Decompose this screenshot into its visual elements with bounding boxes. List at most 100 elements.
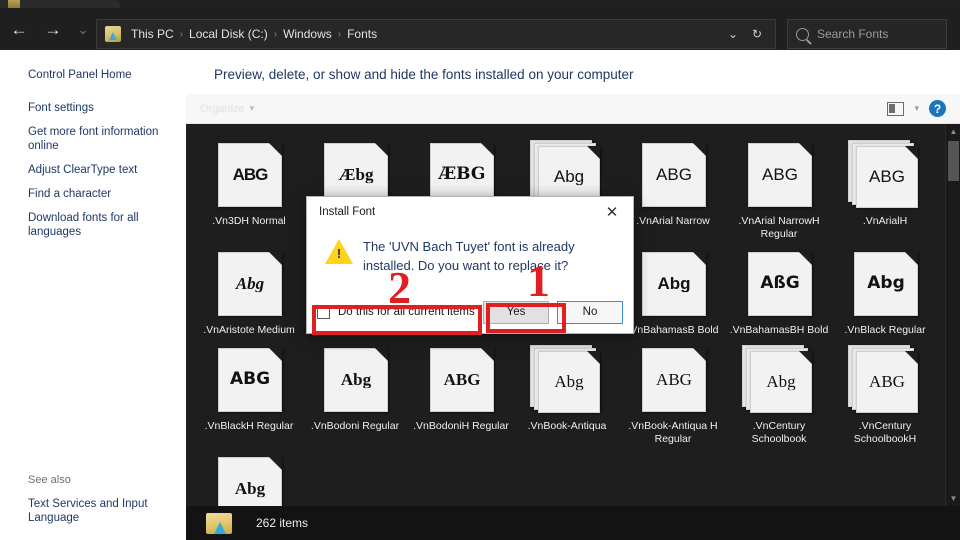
breadcrumb-item-fonts[interactable]: Fonts (342, 24, 382, 44)
font-file-icon: ABG (848, 140, 922, 208)
font-file-icon: ABG (742, 140, 816, 208)
view-icon[interactable] (887, 101, 905, 116)
font-sample-text: Abg (657, 275, 691, 293)
breadcrumb[interactable]: This PC › Local Disk (C:) › Windows › Fo… (96, 19, 776, 49)
close-icon[interactable]: ✕ (595, 198, 629, 226)
page-fold-corner (481, 348, 494, 361)
page-fold-corner (905, 351, 918, 364)
sidebar-item-find-a-character[interactable]: Find a character (0, 182, 186, 206)
page-sheet: ABG (642, 348, 706, 412)
page-fold-corner (269, 252, 282, 265)
font-tile[interactable]: AßG .VnBahamasBH Bold (726, 241, 832, 337)
font-file-icon: Abg (848, 249, 922, 317)
forward-button[interactable]: → (38, 14, 68, 44)
chevron-down-icon[interactable]: ⌄ (721, 27, 745, 41)
page-sheet: ABG (218, 348, 282, 412)
font-tile[interactable]: Abg .VnBook-Antiqua (514, 337, 620, 446)
font-tile[interactable]: ABG .VnBodoniH Regular (408, 337, 514, 446)
sidebar-item-download-fonts[interactable]: Download fonts for all languages (0, 206, 186, 244)
font-tile-label: .VnCentury SchoolbookH (853, 420, 917, 445)
font-tile-label: .VnArialH (862, 215, 908, 227)
font-tile[interactable]: Abg.VnClarendon Normal (196, 446, 302, 506)
recent-locations-button[interactable]: ⌄ (72, 14, 94, 44)
font-tile[interactable]: Abg .VnBlack Regular (832, 241, 938, 337)
scroll-up-button[interactable]: ▲ (946, 124, 960, 139)
help-icon[interactable]: ? (929, 100, 946, 117)
checkbox-label: Do this for all current items (338, 306, 475, 318)
search-icon (796, 27, 809, 41)
checkbox-box[interactable] (317, 305, 330, 319)
font-file-icon: Abg (530, 345, 604, 413)
scrollbar-thumb[interactable] (948, 141, 959, 181)
page-sheet: Abg (538, 351, 600, 413)
font-file-icon: Abg (212, 249, 286, 317)
breadcrumb-item-local-disk[interactable]: Local Disk (C:) (184, 24, 273, 44)
font-tile-label: .VnAristote Medium (203, 324, 295, 336)
warning-icon: ! (325, 239, 353, 264)
page-fold-corner (693, 348, 706, 361)
dialog-buttons: Yes No (483, 300, 623, 324)
vertical-scrollbar[interactable]: ▲ ▼ (945, 124, 960, 506)
file-explorer-window: ← → ⌄ ↑ This PC › Local Disk (C:) › Wind… (0, 0, 960, 540)
font-sample-text: ABG (232, 166, 269, 184)
scroll-down-button[interactable]: ▼ (946, 491, 960, 506)
see-also-heading: See also (28, 474, 71, 486)
font-tile[interactable]: ABG .VnBlackH Regular (196, 337, 302, 446)
item-count-label: 262 items (256, 516, 309, 530)
font-tile[interactable]: Abg .VnBodoni Regular (302, 337, 408, 446)
no-button[interactable]: No (557, 300, 623, 324)
font-tile[interactable]: ABG .VnBook-Antiqua H Regular (620, 337, 726, 446)
minimize-button[interactable] (870, 0, 900, 8)
refresh-icon[interactable]: ↻ (745, 27, 769, 41)
font-sample-text: ABG (869, 168, 905, 186)
page-sheet: Abg (750, 351, 812, 413)
yes-button[interactable]: Yes (483, 300, 549, 324)
breadcrumb-item-this-pc[interactable]: This PC (126, 24, 179, 44)
page-sheet: ABG (748, 143, 812, 207)
toolbar-right-group: ▾ ? (887, 100, 960, 117)
font-tile[interactable]: ABG .VnArial NarrowH Regular (726, 132, 832, 241)
font-tile[interactable]: ABG .VnArialH (832, 132, 938, 241)
font-file-icon: ABG (848, 345, 922, 413)
sidebar-item-control-panel-home[interactable]: Control Panel Home (0, 60, 186, 96)
folder-icon (8, 0, 20, 8)
font-file-icon: AßG (742, 249, 816, 317)
font-tile-label: .VnBodoni Regular (310, 420, 400, 432)
page-sheet: ABG (430, 348, 494, 412)
dialog-body: ! The 'UVN Bach Tuyet' font is already i… (307, 227, 633, 275)
font-sample-text: Abg (235, 275, 265, 293)
chevron-down-icon[interactable]: ▾ (250, 103, 255, 114)
font-tile[interactable]: ABG .VnCentury SchoolbookH (832, 337, 938, 446)
font-tile[interactable]: Abg .VnCentury Schoolbook (726, 337, 832, 446)
page-fold-corner (375, 143, 388, 156)
font-tile[interactable]: ABG .Vn3DH Normal (196, 132, 302, 241)
font-sample-text: ABG (869, 373, 905, 391)
font-sample-text: ABG (443, 371, 481, 389)
sidebar-item-text-services[interactable]: Text Services and Input Language (0, 492, 186, 530)
apply-to-all-checkbox[interactable]: Do this for all current items (317, 305, 475, 319)
font-tile[interactable]: Abg .VnBahamasB Bold (620, 241, 726, 337)
warning-glyph: ! (336, 246, 342, 261)
font-tile-label: .VnCentury Schoolbook (751, 420, 807, 445)
font-tile[interactable]: ABG .VnArial Narrow (620, 132, 726, 241)
page-fold-corner (799, 252, 812, 265)
sidebar-item-font-settings[interactable]: Font settings (0, 96, 186, 120)
chevron-down-icon[interactable]: ▾ (914, 103, 919, 114)
font-sample-text: ABG (656, 371, 692, 389)
maximize-button[interactable] (900, 0, 930, 8)
page-sheet: ABG (218, 143, 282, 207)
status-bar: 262 items (186, 506, 960, 540)
back-button[interactable]: ← (4, 14, 34, 44)
organize-button[interactable]: Organize (186, 103, 245, 115)
font-tile[interactable]: Abg .VnAristote Medium (196, 241, 302, 337)
close-button[interactable] (930, 0, 960, 8)
breadcrumb-item-windows[interactable]: Windows (278, 24, 337, 44)
page-fold-corner (905, 252, 918, 265)
font-sample-text: AßG (760, 275, 800, 293)
sidebar-item-get-more-font-info[interactable]: Get more font information online (0, 120, 186, 158)
font-sample-text: ÆBG (438, 166, 486, 184)
sidebar-item-adjust-cleartype[interactable]: Adjust ClearType text (0, 158, 186, 182)
page-fold-corner (269, 457, 282, 470)
search-input[interactable]: Search Fonts (787, 19, 947, 49)
dialog-footer: Do this for all current items Yes No (307, 291, 633, 333)
